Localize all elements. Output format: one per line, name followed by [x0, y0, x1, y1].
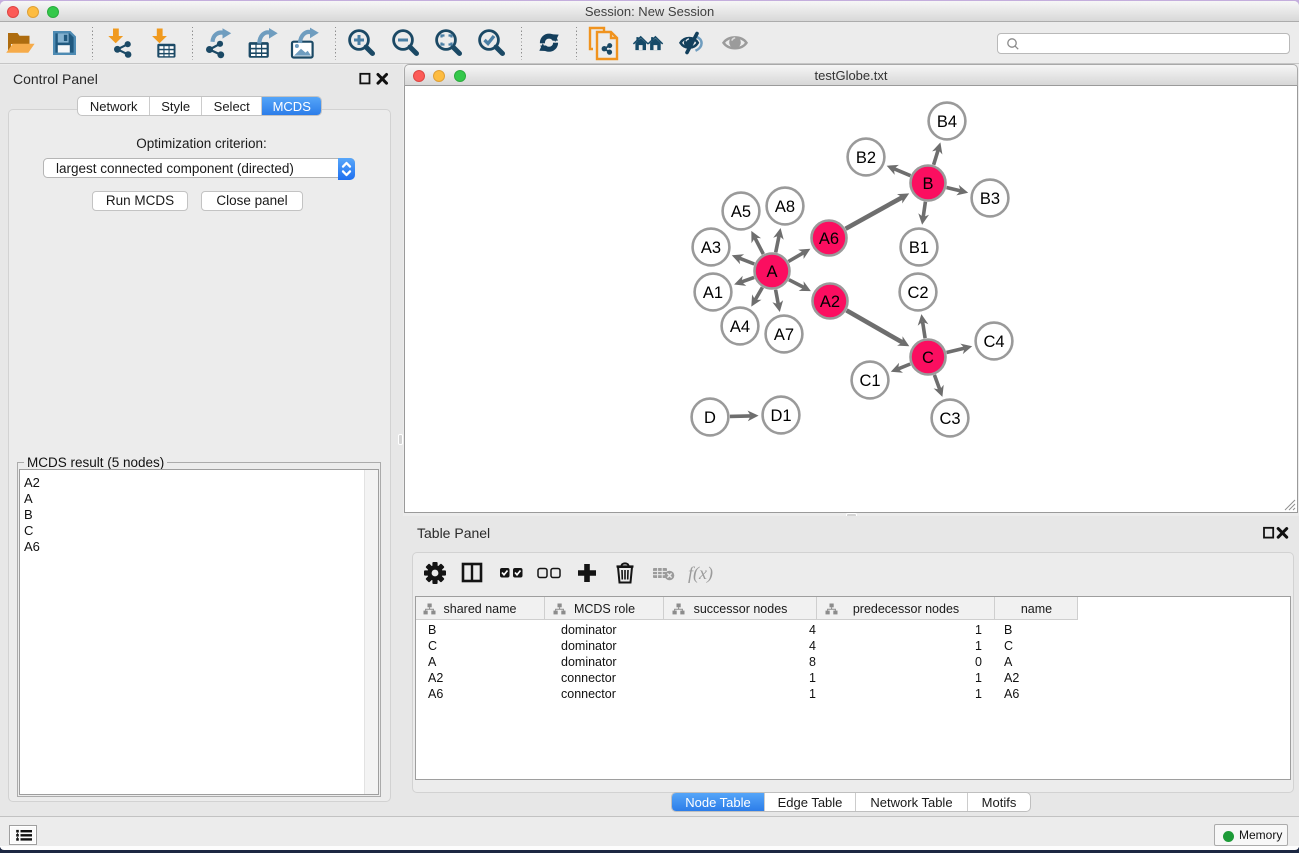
svg-text:f(x): f(x) [688, 563, 713, 584]
svg-text:C4: C4 [983, 333, 1004, 351]
svg-text:B3: B3 [980, 190, 1000, 208]
svg-text:C2: C2 [907, 284, 928, 302]
svg-text:D: D [704, 409, 716, 427]
svg-text:A8: A8 [775, 198, 795, 216]
svg-text:A6: A6 [819, 230, 839, 248]
svg-text:C: C [922, 349, 934, 367]
svg-text:A1: A1 [703, 284, 723, 302]
svg-text:B4: B4 [937, 113, 957, 131]
svg-text:A4: A4 [730, 318, 750, 336]
svg-text:A3: A3 [701, 239, 721, 257]
svg-text:A7: A7 [774, 326, 794, 344]
svg-text:A: A [766, 263, 777, 281]
svg-text:B: B [922, 175, 933, 193]
svg-text:C3: C3 [939, 410, 960, 428]
svg-text:C1: C1 [859, 372, 880, 390]
svg-text:B2: B2 [856, 149, 876, 167]
svg-text:A2: A2 [820, 293, 840, 311]
svg-text:D1: D1 [770, 407, 791, 425]
svg-text:B1: B1 [909, 239, 929, 257]
svg-text:A5: A5 [731, 203, 751, 221]
